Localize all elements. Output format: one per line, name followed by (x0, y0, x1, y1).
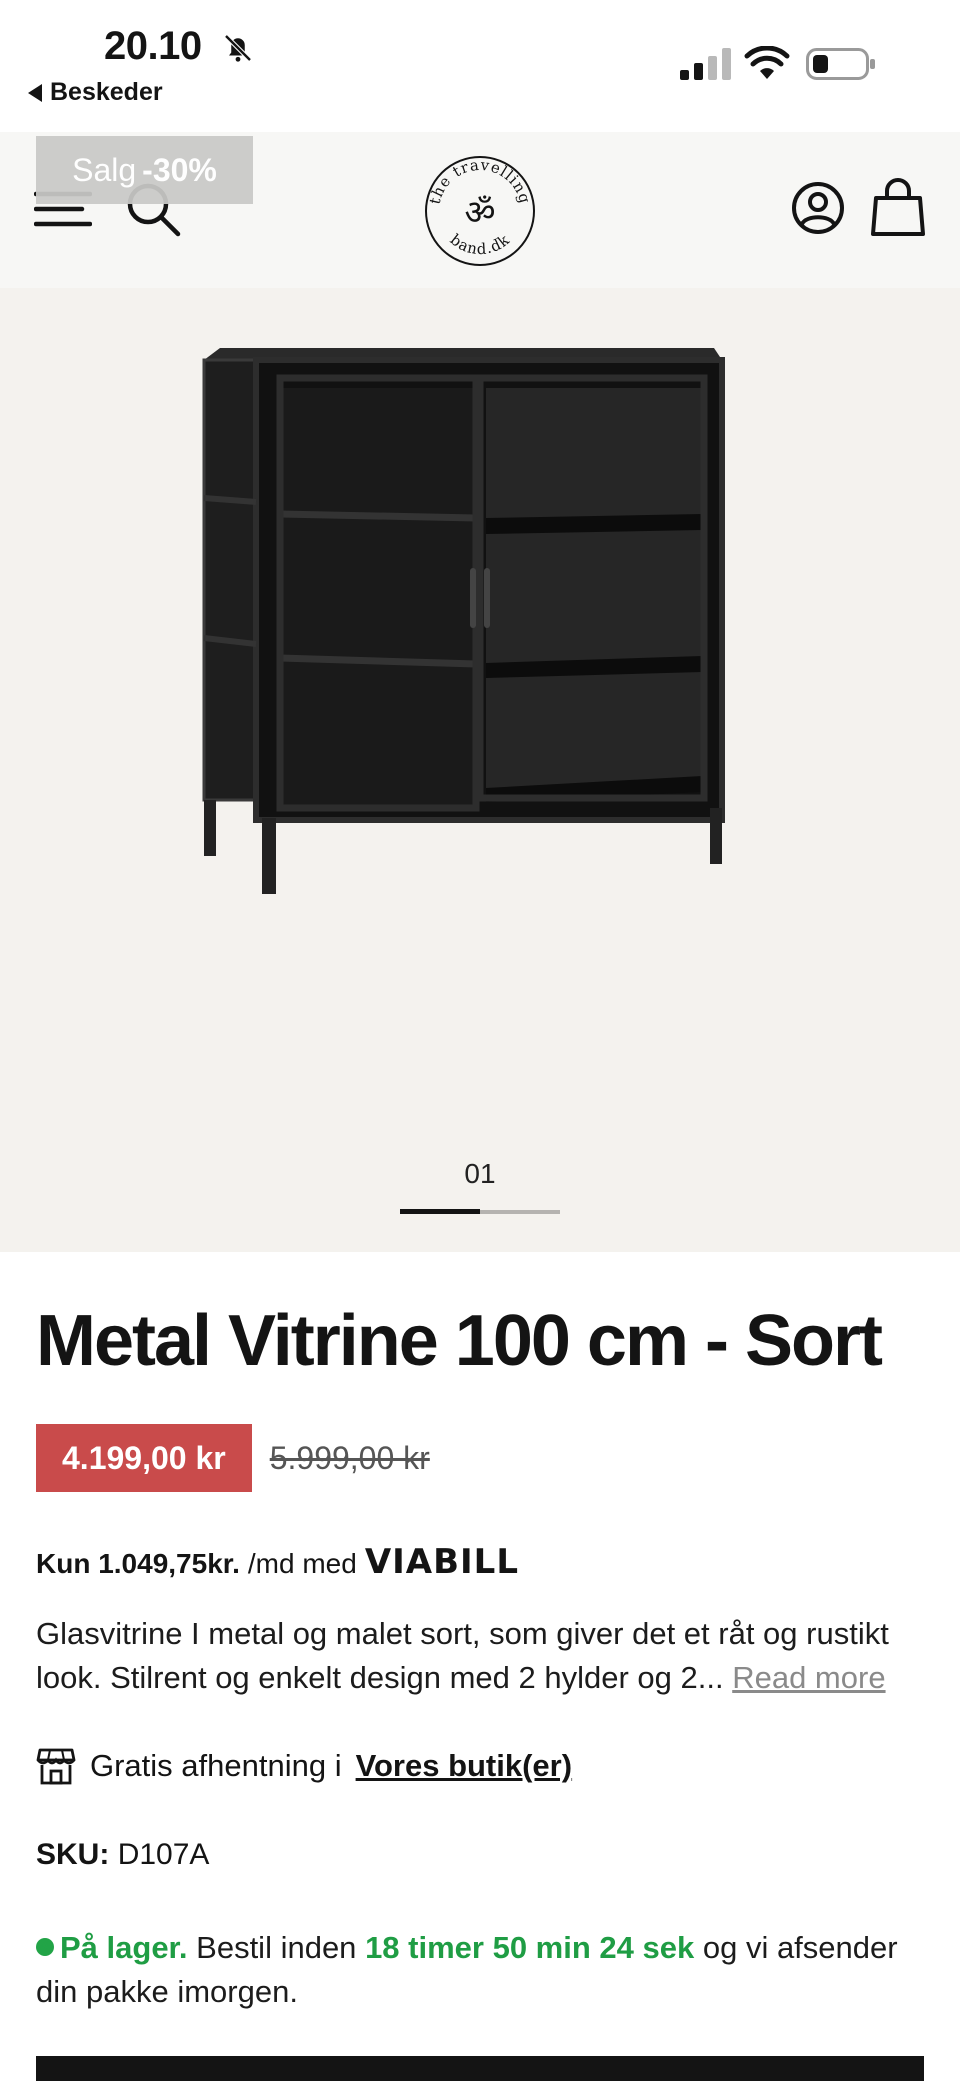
viabill-text: /md med (247, 1548, 357, 1579)
wifi-icon (744, 46, 790, 79)
store-icon (36, 1748, 76, 1785)
product-title: Metal Vitrine 100 cm - Sort (36, 1301, 883, 1381)
sku: SKU: D107A (36, 1838, 209, 1872)
bell-muted-icon (224, 34, 252, 62)
logo-om-symbol: ॐ (464, 193, 495, 233)
site-header: Salg -30% the travelling band.dk ॐ (0, 132, 960, 288)
status-bar: 20.10 Beskeder (0, 0, 960, 132)
sale-label: Salg (72, 151, 137, 188)
sku-label: SKU: (36, 1838, 110, 1871)
sale-discount: -30% (142, 151, 217, 188)
stock-text-before: Bestil inden (196, 1930, 357, 1965)
stores-link[interactable]: Vores butik(er) (356, 1748, 572, 1784)
back-arrow-icon (28, 83, 42, 102)
slide-progress-bar (400, 1209, 480, 1214)
slide-progress-track[interactable] (400, 1209, 560, 1214)
read-more-link[interactable]: Read more (732, 1660, 885, 1695)
viabill-amount: Kun 1.049,75kr. (36, 1548, 240, 1579)
account-icon[interactable] (790, 180, 846, 236)
free-pickup-info: Gratis afhentning i Vores butik(er) (36, 1746, 572, 1786)
pickup-text: Gratis afhentning i (90, 1748, 342, 1783)
viabill-installment[interactable]: Kun 1.049,75kr. /md med VIABILL (36, 1542, 519, 1582)
cellular-signal-icon (680, 48, 731, 80)
original-price: 5.999,00 kr (269, 1439, 430, 1476)
in-stock-dot-icon (36, 1937, 54, 1956)
shopping-bag-icon[interactable] (870, 176, 926, 238)
battery-icon (806, 48, 875, 80)
clock: 20.10 (104, 24, 202, 68)
product-gallery[interactable]: 01 (0, 288, 960, 1252)
sale-price: 4.199,00 kr (36, 1424, 252, 1492)
back-label: Beskeder (50, 78, 163, 106)
store-logo[interactable]: the travelling band.dk ॐ (423, 154, 537, 268)
slide-index: 01 (464, 1158, 496, 1189)
product-image[interactable] (190, 318, 760, 1078)
price-row: 4.199,00 kr 5.999,00 kr (36, 1424, 430, 1492)
stock-status: På lager. Bestil inden 18 timer 50 min 2… (36, 1926, 936, 2014)
product-description: Glasvitrine I metal og malet sort, som g… (36, 1612, 926, 1700)
add-to-cart-button[interactable] (36, 2056, 924, 2081)
stock-status-label: På lager. (60, 1930, 188, 1965)
sku-value: D107A (117, 1838, 210, 1871)
viabill-logo: VIABILL (364, 1542, 520, 1582)
shipping-countdown: 18 timer 50 min 24 sek (365, 1930, 695, 1965)
sale-badge: Salg -30% (36, 136, 253, 204)
back-to-messages[interactable]: Beskeder (28, 78, 163, 107)
